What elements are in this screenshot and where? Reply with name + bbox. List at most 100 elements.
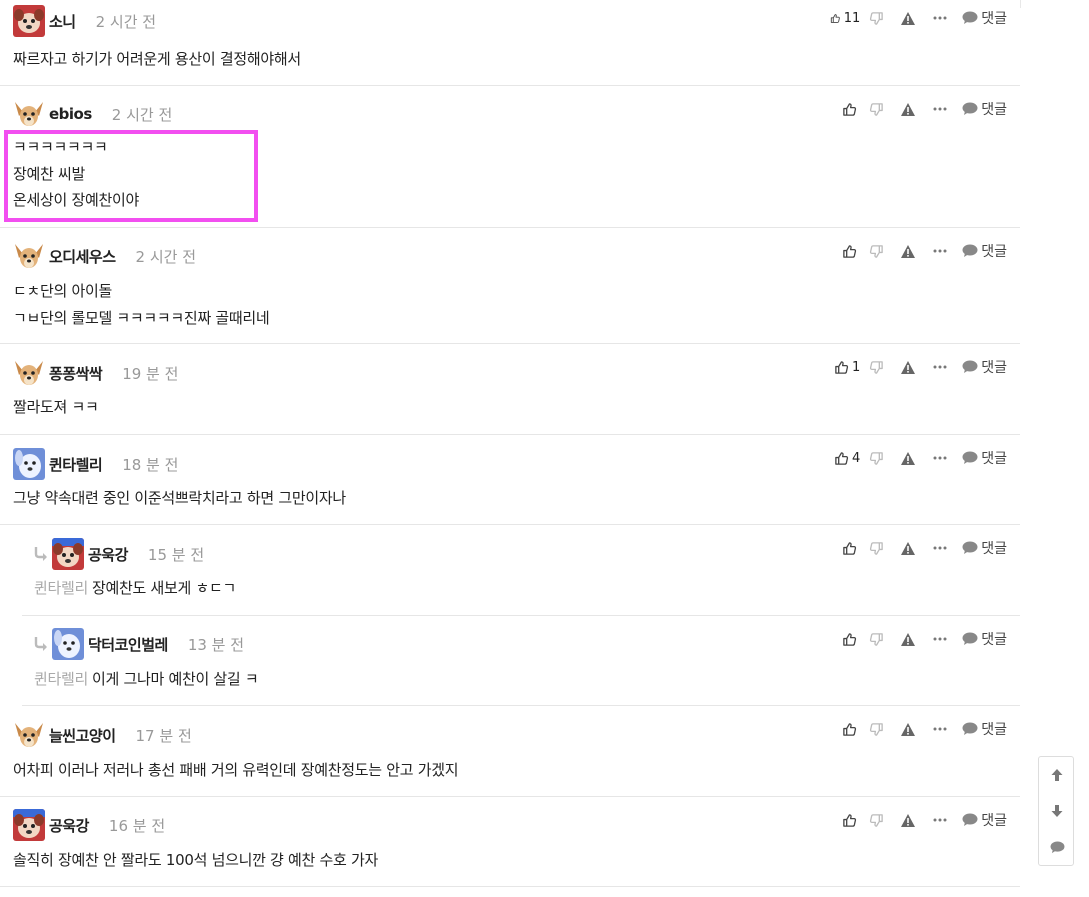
report-button[interactable] <box>892 722 924 737</box>
scroll-down-button[interactable] <box>1039 793 1075 829</box>
like-button[interactable]: 4 <box>830 451 860 466</box>
comment-line: ㄷㅊ단의 아이돌 <box>13 282 112 300</box>
like-count: 11 <box>843 10 861 26</box>
comment-time: 18 분 전 <box>122 455 179 474</box>
like-button[interactable] <box>830 102 860 117</box>
reply-label: 댓글 <box>981 722 1007 738</box>
reply-button[interactable]: 댓글 <box>962 357 1007 377</box>
avatar[interactable] <box>13 240 45 272</box>
thumbs-down-icon <box>869 722 883 736</box>
more-dots-icon <box>933 727 947 731</box>
dislike-button[interactable] <box>860 102 892 117</box>
dislike-button[interactable] <box>860 11 892 26</box>
avatar[interactable] <box>13 809 45 841</box>
reply-label: 댓글 <box>981 632 1007 648</box>
scroll-up-button[interactable] <box>1039 757 1075 793</box>
comment-body: 퀸타렐리 장예찬도 새보게 ㅎㄷㄱ <box>34 575 236 602</box>
avatar[interactable] <box>13 5 45 37</box>
more-button[interactable] <box>924 249 956 253</box>
comment-nickname[interactable]: 공욱강 <box>88 544 128 565</box>
avatar[interactable] <box>13 357 45 389</box>
comment-header: 퐁퐁싹싹 19 분 전 <box>13 357 178 389</box>
report-button[interactable] <box>892 813 924 828</box>
more-dots-icon <box>933 365 947 369</box>
comment-nickname[interactable]: 공욱강 <box>49 815 89 836</box>
more-dots-icon <box>933 16 947 20</box>
more-button[interactable] <box>924 727 956 731</box>
report-button[interactable] <box>892 541 924 556</box>
like-count: 4 <box>851 450 861 466</box>
more-button[interactable] <box>924 818 956 822</box>
reply-button[interactable]: 댓글 <box>962 538 1007 558</box>
warning-icon <box>901 541 916 555</box>
comment-nickname[interactable]: ebios <box>49 105 92 123</box>
reply-comment: 공욱강 15 분 전 퀸타렐리 장예찬도 새보게 ㅎㄷㄱ 댓글 <box>22 525 1020 616</box>
scroll-to-comments-button[interactable] <box>1039 829 1075 865</box>
dislike-button[interactable] <box>860 722 892 737</box>
report-button[interactable] <box>892 632 924 647</box>
warning-icon <box>901 632 916 646</box>
more-button[interactable] <box>924 16 956 20</box>
like-button[interactable] <box>830 813 860 828</box>
like-button[interactable]: 11 <box>830 11 860 26</box>
reply-label: 댓글 <box>981 102 1007 118</box>
thumbs-up-icon <box>843 813 857 827</box>
report-button[interactable] <box>892 244 924 259</box>
like-button[interactable]: 1 <box>830 360 860 375</box>
dislike-button[interactable] <box>860 244 892 259</box>
like-button[interactable] <box>830 722 860 737</box>
like-button[interactable] <box>830 244 860 259</box>
comment-line: 어차피 이러나 저러나 총선 패배 거의 유력인데 장예찬정도는 안고 가겠지 <box>13 761 459 779</box>
comment-nickname[interactable]: 퐁퐁싹싹 <box>49 363 103 384</box>
comment-line: 솔직히 장예찬 안 짤라도 100석 넘으니깐 걍 예찬 수호 가자 <box>13 851 378 869</box>
speech-bubble-icon <box>962 102 978 115</box>
like-button[interactable] <box>830 541 860 556</box>
reply-button[interactable]: 댓글 <box>962 8 1007 28</box>
more-button[interactable] <box>924 546 956 550</box>
reply-button[interactable]: 댓글 <box>962 719 1007 739</box>
more-dots-icon <box>933 546 947 550</box>
reply-button[interactable]: 댓글 <box>962 810 1007 830</box>
avatar[interactable] <box>13 448 45 480</box>
more-button[interactable] <box>924 365 956 369</box>
dislike-button[interactable] <box>860 632 892 647</box>
comment-header: 공욱강 16 분 전 <box>13 809 165 841</box>
report-button[interactable] <box>892 11 924 26</box>
avatar[interactable] <box>13 719 45 751</box>
comment: 퀸타렐리 18 분 전 그냥 약속대련 중인 이준석쁘락치라고 하면 그만이자나… <box>0 435 1020 525</box>
comment-nickname[interactable]: 닥터코인벌레 <box>88 634 168 655</box>
comment-actions: 댓글 <box>830 99 1007 119</box>
comment-body: 짜르자고 하기가 어려운게 용산이 결정해야해서 <box>13 46 301 73</box>
avatar[interactable] <box>52 628 84 660</box>
reply-button[interactable]: 댓글 <box>962 99 1007 119</box>
like-button[interactable] <box>830 632 860 647</box>
comment-nickname[interactable]: 소니 <box>49 11 76 32</box>
comment-actions: 댓글 <box>830 538 1007 558</box>
dislike-button[interactable] <box>860 813 892 828</box>
comment-time: 13 분 전 <box>187 635 245 654</box>
dislike-button[interactable] <box>860 360 892 375</box>
comment-header: 퀸타렐리 18 분 전 <box>13 448 178 480</box>
mention[interactable]: 퀸타렐리 <box>34 670 88 688</box>
comment-nickname[interactable]: 퀸타렐리 <box>49 454 103 475</box>
mention[interactable]: 퀸타렐리 <box>34 579 88 597</box>
comment-nickname[interactable]: 오디세우스 <box>49 246 116 267</box>
warning-icon <box>901 102 916 116</box>
avatar[interactable] <box>13 98 45 130</box>
dislike-button[interactable] <box>860 451 892 466</box>
thumbs-down-icon <box>869 102 883 116</box>
report-button[interactable] <box>892 360 924 375</box>
comment-nickname[interactable]: 늘씬고양이 <box>49 725 116 746</box>
avatar[interactable] <box>52 538 84 570</box>
reply-button[interactable]: 댓글 <box>962 241 1007 261</box>
reply-button[interactable]: 댓글 <box>962 629 1007 649</box>
reply-comment: 닥터코인벌레 13 분 전 퀸타렐리 이게 그나마 예찬이 살길 ㅋ 댓글 <box>22 616 1020 706</box>
comment-time: 2 시간 전 <box>111 105 173 124</box>
report-button[interactable] <box>892 451 924 466</box>
dislike-button[interactable] <box>860 541 892 556</box>
more-button[interactable] <box>924 456 956 460</box>
reply-button[interactable]: 댓글 <box>962 448 1007 468</box>
more-button[interactable] <box>924 637 956 641</box>
report-button[interactable] <box>892 102 924 117</box>
more-button[interactable] <box>924 107 956 111</box>
